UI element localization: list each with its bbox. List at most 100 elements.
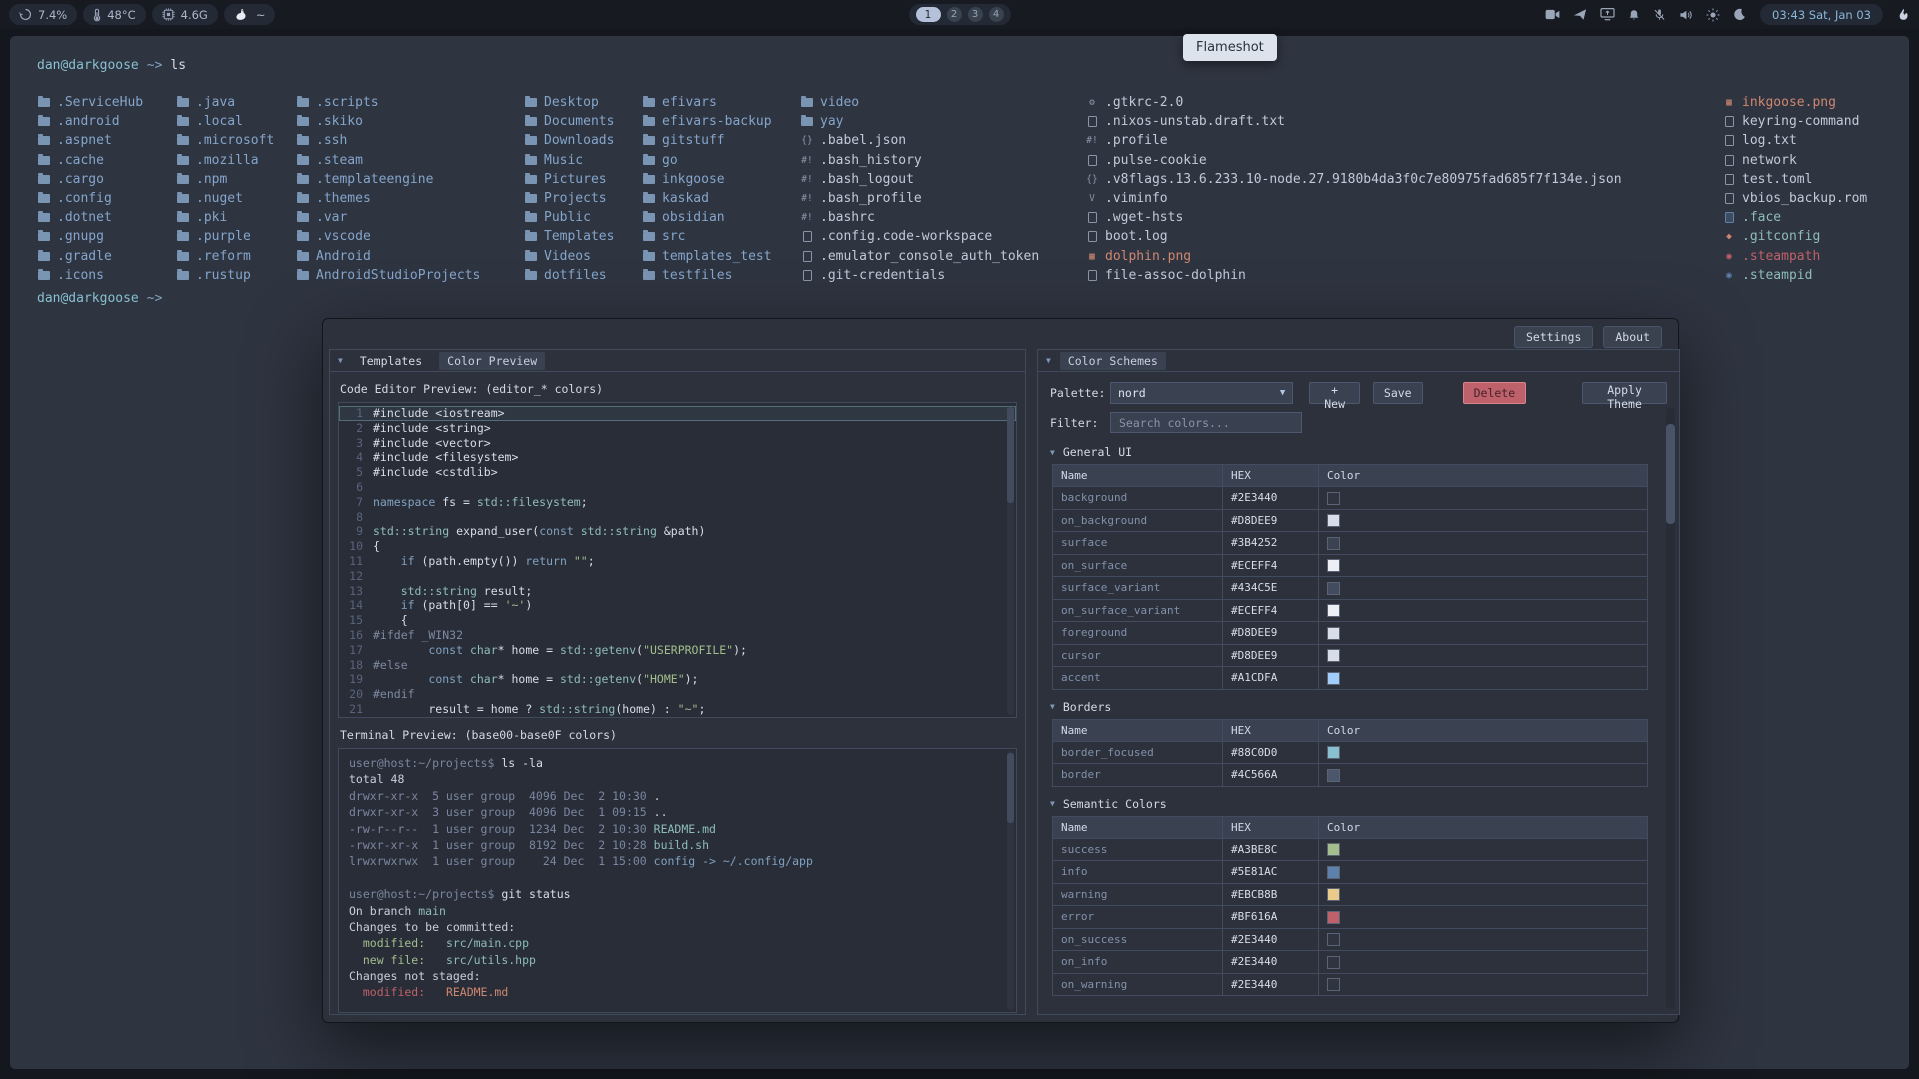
tab-color-schemes[interactable]: Color Schemes	[1060, 352, 1166, 370]
color-row[interactable]: surface#3B4252	[1053, 532, 1648, 555]
folder-icon	[176, 232, 190, 241]
color-row[interactable]: background#2E3440	[1053, 487, 1648, 510]
new-button[interactable]: + New	[1309, 382, 1360, 404]
section-header[interactable]: ▼General UI	[1038, 437, 1679, 463]
dir-item: .npm	[176, 170, 274, 189]
color-row[interactable]: on_surface#ECEFF4	[1053, 554, 1648, 577]
color-hex: #4C566A	[1223, 764, 1319, 787]
status-memory: 4.6G	[152, 4, 218, 25]
color-row[interactable]: on_info#2E3440	[1053, 951, 1648, 974]
color-swatch[interactable]	[1327, 978, 1340, 991]
folder-icon	[296, 136, 310, 145]
color-swatch[interactable]	[1327, 956, 1340, 969]
color-row[interactable]: on_background#D8DEE9	[1053, 509, 1648, 532]
file-column: .ServiceHub.android.aspnet.cache.cargo.c…	[37, 93, 143, 285]
paper-plane-icon[interactable]	[1573, 8, 1587, 21]
folder-icon	[37, 232, 51, 241]
scrollbar-thumb[interactable]	[1666, 424, 1675, 524]
brightness-icon[interactable]	[1706, 8, 1720, 22]
color-swatch[interactable]	[1327, 866, 1340, 879]
folder-icon	[524, 252, 538, 261]
folder-icon	[524, 213, 538, 222]
palette-select[interactable]: nord ▼	[1110, 382, 1293, 404]
scrollbar-thumb[interactable]	[1007, 407, 1014, 503]
chevron-down-icon: ▼	[1280, 388, 1285, 398]
settings-button[interactable]: Settings	[1514, 326, 1593, 348]
color-cell	[1319, 644, 1648, 667]
filter-input[interactable]	[1110, 412, 1302, 433]
color-row[interactable]: error#BF616A	[1053, 906, 1648, 929]
color-swatch[interactable]	[1327, 672, 1340, 685]
color-swatch[interactable]	[1327, 843, 1340, 856]
color-cell	[1319, 622, 1648, 645]
file-item: #!.bashrc	[800, 208, 1039, 227]
color-row[interactable]: cursor#D8DEE9	[1053, 644, 1648, 667]
color-row[interactable]: border_focused#88C0D0	[1053, 741, 1648, 764]
workspace-3[interactable]: 3	[968, 7, 983, 22]
night-light-icon[interactable]	[1733, 8, 1746, 21]
color-row[interactable]: surface_variant#434C5E	[1053, 577, 1648, 600]
scrollbar-thumb[interactable]	[1007, 753, 1014, 823]
dir-item: Android	[296, 247, 480, 266]
file-item: V.viminfo	[1085, 189, 1622, 208]
color-row[interactable]: on_warning#2E3440	[1053, 973, 1648, 996]
terminal-line: modified: src/main.cpp	[349, 935, 1016, 951]
tab-color-preview[interactable]: Color Preview	[439, 352, 545, 370]
volume-icon[interactable]	[1679, 9, 1693, 21]
folder-icon	[642, 136, 656, 145]
column-header: Color	[1319, 719, 1648, 741]
delete-button[interactable]: Delete	[1463, 382, 1527, 404]
color-row[interactable]: border#4C566A	[1053, 764, 1648, 787]
color-swatch[interactable]	[1327, 888, 1340, 901]
tab-templates[interactable]: Templates	[352, 352, 430, 370]
folder-icon	[176, 98, 190, 107]
color-swatch[interactable]	[1327, 492, 1340, 505]
color-row[interactable]: success#A3BE8C	[1053, 838, 1648, 861]
color-swatch[interactable]	[1327, 514, 1340, 527]
color-swatch[interactable]	[1327, 933, 1340, 946]
prompt-symbol: ~>	[147, 58, 163, 73]
color-swatch[interactable]	[1327, 537, 1340, 550]
color-row[interactable]: info#5E81AC	[1053, 861, 1648, 884]
bell-icon[interactable]	[1628, 8, 1640, 22]
color-swatch[interactable]	[1327, 627, 1340, 640]
goose-widget[interactable]: ~	[224, 4, 276, 25]
color-swatch[interactable]	[1327, 649, 1340, 662]
folder-icon	[642, 117, 656, 126]
folder-icon	[176, 194, 190, 203]
camera-icon[interactable]	[1545, 9, 1560, 20]
goose-icon	[234, 8, 250, 22]
workspace-4[interactable]: 4	[989, 7, 1004, 22]
color-row[interactable]: accent#A1CDFA	[1053, 667, 1648, 690]
color-row[interactable]: on_success#2E3440	[1053, 928, 1648, 951]
terminal-line: lrwxrwxrwx 1 user group 24 Dec 1 15:00 c…	[349, 853, 1016, 869]
folder-icon	[37, 175, 51, 184]
tray-icon[interactable]	[1897, 8, 1910, 21]
workspace-1[interactable]: 1	[916, 7, 941, 22]
color-swatch[interactable]	[1327, 582, 1340, 595]
workspace-2[interactable]: 2	[947, 7, 962, 22]
terminal-scrollbar	[1007, 751, 1014, 1010]
file-item: .git-credentials	[800, 266, 1039, 285]
mic-off-icon[interactable]	[1653, 8, 1666, 22]
about-button[interactable]: About	[1603, 326, 1662, 348]
color-swatch[interactable]	[1327, 769, 1340, 782]
color-swatch[interactable]	[1327, 559, 1340, 572]
section-header[interactable]: ▼Borders	[1038, 692, 1679, 718]
section-header[interactable]: ▼Semantic Colors	[1038, 789, 1679, 815]
save-button[interactable]: Save	[1373, 382, 1423, 404]
color-row[interactable]: foreground#D8DEE9	[1053, 622, 1648, 645]
collapse-icon[interactable]: ▼	[338, 356, 343, 365]
screenshare-icon[interactable]	[1600, 8, 1615, 21]
color-row[interactable]: warning#EBCB8B	[1053, 883, 1648, 906]
folder-icon	[37, 156, 51, 165]
collapse-icon[interactable]: ▼	[1046, 356, 1051, 365]
color-row[interactable]: on_surface_variant#ECEFF4	[1053, 599, 1648, 622]
color-swatch[interactable]	[1327, 604, 1340, 617]
git-icon: ◆	[1722, 231, 1736, 242]
clock-widget[interactable]: 03:43 Sat, Jan 03	[1760, 4, 1883, 25]
folder-icon	[176, 252, 190, 261]
color-swatch[interactable]	[1327, 746, 1340, 759]
color-swatch[interactable]	[1327, 911, 1340, 924]
apply-theme-button[interactable]: Apply Theme	[1582, 382, 1667, 404]
